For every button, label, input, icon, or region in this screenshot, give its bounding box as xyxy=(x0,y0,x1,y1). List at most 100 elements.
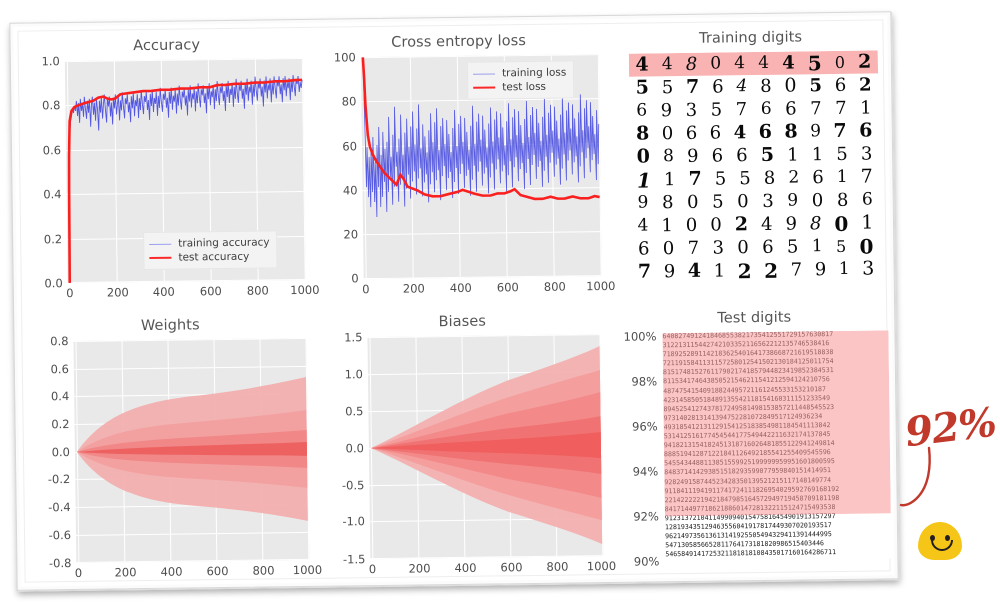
digit-cell: 8 xyxy=(635,122,650,145)
digit-cell: 6 xyxy=(784,98,797,120)
legend-item: training accuracy xyxy=(149,235,270,251)
legend-line-test-accuracy xyxy=(149,256,172,259)
smiley-face-icon xyxy=(918,522,962,560)
biases-ytick: -1.5 xyxy=(342,552,366,567)
accuracy-ytick: 1.0 xyxy=(41,54,60,69)
digit-cell: 7 xyxy=(637,260,652,282)
digit-cell: 7 xyxy=(810,97,822,119)
digit-cell: 7 xyxy=(833,119,847,143)
digit-cell: 4 xyxy=(760,213,773,235)
digit-cell: 0 xyxy=(710,53,722,74)
digit-cell: 2 xyxy=(764,258,779,282)
digit-cell: 0 xyxy=(834,52,846,72)
weights-ytick: 0.4 xyxy=(50,389,70,404)
training-digits-title: Training digits xyxy=(698,29,803,47)
digit-cell: 6 xyxy=(758,120,773,143)
digit-cell: 7 xyxy=(860,165,873,188)
digit-cell: 7 xyxy=(790,258,803,281)
panel-accuracy: Accuracy 1.0 0.8 0.6 0.4 0.2 0.0 0 200 4… xyxy=(25,34,319,310)
digit-cell: 6 xyxy=(834,74,847,96)
accuracy-xtick: 400 xyxy=(152,284,175,299)
biases-ytick: 1.0 xyxy=(344,367,364,382)
digit-cell: 1 xyxy=(838,258,850,279)
loss-xtick: 600 xyxy=(496,280,519,295)
training-digits-row: 1 1 7 5 5 8 2 6 1 7 xyxy=(630,165,879,193)
digit-cell: 4 xyxy=(661,54,673,75)
weights-xtick: 400 xyxy=(160,564,183,579)
digit-cell: 5 xyxy=(836,143,848,165)
accuracy-xtick: 200 xyxy=(106,285,129,300)
test-digits-row: 5465849141725321181818108435017160164286… xyxy=(665,548,837,559)
digit-cell: 3 xyxy=(685,99,698,121)
legend-item: test loss xyxy=(473,80,566,95)
training-digits-row: 8 0 6 6 4 6 8 9 7 6 xyxy=(630,119,879,145)
digit-cell: 6 xyxy=(736,144,748,166)
biases-ytick: 0.0 xyxy=(345,441,365,456)
digit-cell: 8 xyxy=(661,191,674,213)
biases-ytick: 0.5 xyxy=(345,404,364,419)
digit-cell: 8 xyxy=(809,212,822,234)
biases-xtick: 200 xyxy=(408,561,431,576)
weights-title: Weights xyxy=(140,317,200,335)
test-digits-ytick: 94% xyxy=(632,464,659,479)
digit-cell: 2 xyxy=(858,74,872,96)
digit-cell: 2 xyxy=(857,50,872,73)
biases-ytick: -0.5 xyxy=(341,478,365,493)
digit-cell: 3 xyxy=(862,257,875,280)
digit-cell: 9 xyxy=(686,145,699,167)
digit-cell: 2 xyxy=(737,258,752,282)
weights-ytick: -0.6 xyxy=(48,528,72,543)
digit-cell: 0 xyxy=(662,237,675,259)
digit-cell: 5 xyxy=(635,76,650,99)
digit-cell: 0 xyxy=(784,74,797,97)
accuracy-ytick: 0.4 xyxy=(43,187,62,202)
digit-cell: 6 xyxy=(859,119,873,142)
weights-percentile-bands xyxy=(76,376,308,521)
weights-ytick: 0.2 xyxy=(51,417,70,432)
loss-xtick: 200 xyxy=(402,281,425,296)
digit-cell: 8 xyxy=(836,189,849,211)
digit-cell: 1 xyxy=(836,166,848,187)
digit-cell: 1 xyxy=(860,97,872,119)
weights-ytick: 0.6 xyxy=(50,362,69,377)
weights-ytick: 0.0 xyxy=(51,445,71,460)
training-digits-row: 7 9 4 1 2 2 7 9 1 3 xyxy=(631,257,880,281)
loss-xtick: 0 xyxy=(362,282,370,297)
digit-cell: 5 xyxy=(807,50,822,75)
legend-label: test accuracy xyxy=(178,250,250,264)
digit-cell: 0 xyxy=(859,234,874,259)
digit-cell: 0 xyxy=(737,236,749,258)
digit-cell: 5 xyxy=(712,190,724,213)
digit-cell: 5 xyxy=(661,76,674,98)
panel-training-digits: Training digits 4 4 8 0 4 4 4 5 0 2 5 5 … xyxy=(610,26,897,302)
legend-line-training-accuracy xyxy=(149,243,172,245)
digit-cell: 0 xyxy=(737,190,749,212)
test-digits-ytick: 92% xyxy=(633,509,659,524)
digit-cell: 0 xyxy=(834,211,849,236)
accuracy-xtick: 0 xyxy=(66,285,74,301)
digit-cell: 0 xyxy=(710,213,722,236)
frame-inner-surface: Accuracy 1.0 0.8 0.6 0.4 0.2 0.0 0 200 4… xyxy=(17,19,892,583)
test-digits-ytick: 100% xyxy=(623,329,657,344)
digit-cell: 6 xyxy=(709,121,722,144)
biases-plot-area xyxy=(367,334,604,560)
digit-cell: 1 xyxy=(713,259,726,282)
weights-xtick: 0 xyxy=(74,565,83,580)
digit-cell: 6 xyxy=(812,166,824,188)
legend-line-test-loss xyxy=(473,86,496,89)
weights-xtick: 800 xyxy=(252,563,275,578)
loss-ytick: 20 xyxy=(343,227,359,242)
legend-line-training-loss xyxy=(473,72,496,75)
weights-xtick: 1000 xyxy=(292,562,323,578)
digit-cell: 6 xyxy=(685,122,698,144)
digit-cell: 0 xyxy=(636,145,651,168)
digit-cell: 5 xyxy=(786,235,799,258)
loss-ytick: 40 xyxy=(342,183,358,198)
digit-cell: 8 xyxy=(784,120,798,143)
digit-cell: 1 xyxy=(811,236,823,257)
accuracy-ytick: 0.8 xyxy=(42,98,61,113)
training-digits-grid: 4 4 8 0 4 4 4 5 0 2 5 5 7 6 4 8 0 5 6 2 … xyxy=(628,50,881,282)
training-digits-row: 5 5 7 6 4 8 0 5 6 2 xyxy=(629,73,878,99)
accuracy-xtick: 800 xyxy=(246,283,269,298)
training-digits-row: 6 0 7 3 0 6 5 1 5 0 xyxy=(631,234,880,260)
